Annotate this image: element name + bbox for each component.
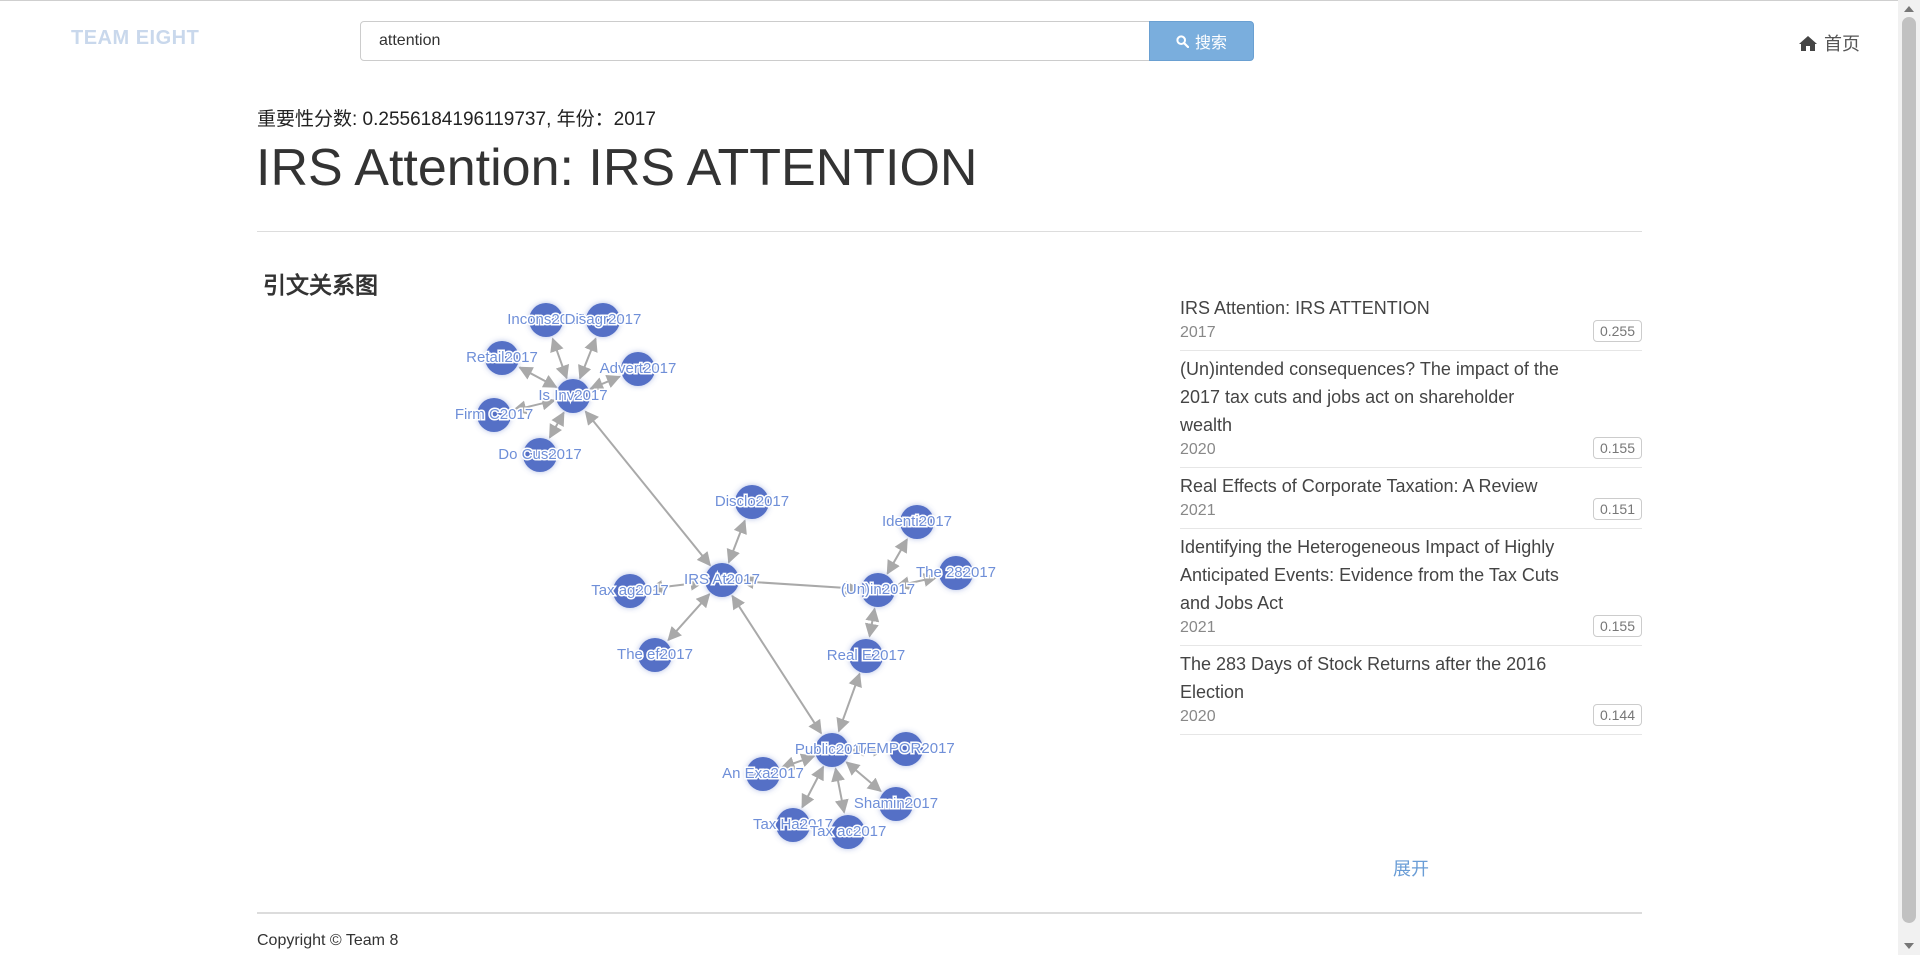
related-paper-item[interactable]: Identifying the Heterogeneous Impact of …	[1180, 529, 1642, 646]
scrollbar[interactable]	[1898, 0, 1920, 955]
graph-node-label: (Un)in2017	[841, 581, 915, 598]
graph-node-disagr[interactable]: Disagr2017	[563, 303, 643, 337]
graph-node-firmc[interactable]: Firm C2017	[453, 398, 535, 432]
related-paper-year: 2021	[1180, 502, 1216, 519]
related-paper-item[interactable]: IRS Attention: IRS ATTENTION 2017 0.255	[1180, 290, 1642, 351]
graph-node-label: Identi2017	[882, 513, 952, 530]
related-paper-year: 2021	[1180, 619, 1216, 636]
graph-node-docus[interactable]: Do Cus2017	[497, 438, 583, 472]
scroll-thumb[interactable]	[1902, 17, 1916, 923]
related-paper-title[interactable]: (Un)intended consequences? The impact of…	[1180, 355, 1570, 439]
graph-node-unin[interactable]: (Un)in2017	[839, 573, 917, 607]
graph-node-label: Advert2017	[600, 360, 677, 377]
related-paper-title[interactable]: The 283 Days of Stock Returns after the …	[1180, 650, 1570, 706]
home-icon	[1799, 35, 1817, 51]
graph-node-label: Firm C2017	[455, 406, 533, 423]
scroll-up-icon[interactable]	[1904, 6, 1914, 12]
graph-node-label: Do Cus2017	[498, 446, 581, 463]
graph-edge	[731, 594, 822, 735]
graph-edge	[845, 761, 882, 793]
graph-node-label: Tax ac2017	[810, 823, 887, 840]
graph-node-label: The ef2017	[617, 646, 693, 663]
graph-node-tempor[interactable]: TEMPOR2017	[856, 732, 956, 766]
graph-edge	[886, 538, 908, 575]
graph-edge	[831, 767, 849, 814]
graph-node-label: TEMPOR2017	[857, 740, 955, 757]
graph-edge	[584, 410, 711, 567]
footer-divider	[257, 912, 1642, 914]
graph-node-label: An Exa2017	[722, 765, 804, 782]
graph-edge	[864, 607, 880, 638]
graph-node-label: Is Inv2017	[538, 387, 607, 404]
graph-node-label: Shamin2017	[854, 795, 938, 812]
copyright: Copyright © Team 8	[257, 932, 399, 949]
graph-node-label: Tax ag2017	[591, 582, 669, 599]
graph-edge	[550, 337, 570, 380]
graph-node-shamin[interactable]: Shamin2017	[852, 787, 940, 821]
graph-edge	[726, 519, 747, 564]
graph-node-disclo[interactable]: Disclo2017	[713, 485, 791, 519]
home-link[interactable]: 首页	[1798, 30, 1860, 56]
related-paper-item[interactable]: (Un)intended consequences? The impact of…	[1180, 351, 1642, 468]
home-label: 首页	[1824, 34, 1860, 54]
graph-edge	[548, 411, 565, 439]
graph-edge	[518, 366, 558, 388]
search-button-label: 搜索	[1194, 35, 1227, 52]
related-paper-title[interactable]: Identifying the Heterogeneous Impact of …	[1180, 533, 1570, 617]
graph-node-irsat[interactable]: IRS At2017	[683, 563, 761, 597]
graph-node-the282[interactable]: The 282017	[914, 556, 998, 590]
graph-node-reale[interactable]: Real E2017	[825, 639, 907, 673]
related-paper-score-badge: 0.144	[1592, 704, 1642, 726]
graph-node-theef[interactable]: The ef2017	[616, 638, 694, 672]
graph-node-label: Disclo2017	[715, 493, 789, 510]
scroll-down-icon[interactable]	[1904, 943, 1914, 949]
graph-edge	[801, 765, 825, 809]
related-papers-list: IRS Attention: IRS ATTENTION 2017 0.255 (Un…	[1180, 290, 1642, 735]
related-paper-title[interactable]: Real Effects of Corporate Taxation: A Re…	[1180, 472, 1570, 500]
graph-node-label: Disagr2017	[565, 311, 642, 328]
graph-node-label: The 282017	[916, 564, 996, 581]
citation-graph[interactable]: Incons2017Disagr2017Retail2017Advert2017…	[0, 0, 1180, 880]
related-paper-item[interactable]: Real Effects of Corporate Taxation: A Re…	[1180, 468, 1642, 529]
graph-node-identi[interactable]: Identi2017	[880, 505, 954, 539]
graph-edge	[578, 337, 598, 380]
graph-node-label: Retail2017	[466, 349, 538, 366]
related-paper-item[interactable]: The 283 Days of Stock Returns after the …	[1180, 646, 1642, 735]
graph-node-anexa[interactable]: An Exa2017	[721, 757, 805, 791]
graph-node-label: Real E2017	[827, 647, 905, 664]
related-paper-score-badge: 0.255	[1592, 320, 1642, 342]
related-paper-year: 2020	[1180, 708, 1216, 725]
related-paper-score-badge: 0.151	[1592, 498, 1642, 520]
graph-node-taxag[interactable]: Tax ag2017	[590, 574, 670, 608]
graph-node-retail[interactable]: Retail2017	[465, 341, 539, 375]
related-paper-score-badge: 0.155	[1592, 615, 1642, 637]
expand-link[interactable]: 展开	[1393, 855, 1429, 881]
related-paper-title[interactable]: IRS Attention: IRS ATTENTION	[1180, 294, 1570, 322]
related-paper-year: 2017	[1180, 324, 1216, 341]
related-paper-year: 2020	[1180, 441, 1216, 458]
graph-node-label: IRS At2017	[684, 571, 760, 588]
graph-edge	[667, 593, 711, 642]
graph-edge	[836, 672, 862, 733]
related-paper-score-badge: 0.155	[1592, 437, 1642, 459]
